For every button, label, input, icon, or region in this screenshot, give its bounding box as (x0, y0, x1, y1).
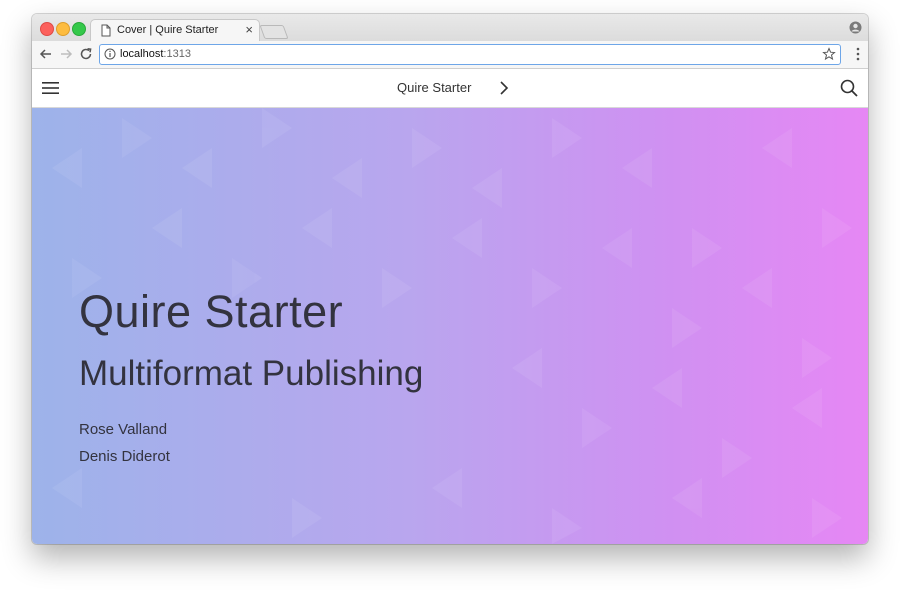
forward-arrow-icon[interactable] (58, 46, 74, 62)
close-icon[interactable]: × (245, 22, 253, 37)
more-vert-icon[interactable] (856, 47, 860, 61)
window-minimize-button[interactable] (56, 22, 70, 36)
star-icon[interactable] (822, 47, 836, 61)
site-header: Quire Starter (32, 69, 868, 108)
browser-window: Cover | Quire Starter × localhost:1313 Q… (32, 14, 868, 544)
tab-title: Cover | Quire Starter (117, 24, 219, 36)
url-text[interactable]: localhost:1313 (120, 48, 191, 60)
tab-strip: Cover | Quire Starter × (32, 14, 868, 42)
cover-hero: Quire Starter Multiformat Publishing Ros… (32, 108, 868, 544)
page-icon (101, 24, 111, 37)
reload-icon[interactable] (78, 46, 94, 62)
search-icon[interactable] (840, 79, 858, 97)
back-arrow-icon[interactable] (38, 46, 54, 62)
chevron-right-icon[interactable] (498, 80, 510, 96)
profile-icon[interactable] (849, 21, 862, 34)
address-toolbar: localhost:1313 (32, 41, 868, 69)
tab-cover[interactable]: Cover | Quire Starter × (90, 19, 260, 42)
hamburger-icon[interactable] (42, 81, 59, 95)
cover-subtitle: Multiformat Publishing (79, 354, 424, 393)
new-tab-button[interactable] (259, 25, 289, 39)
cover-title: Quire Starter (79, 286, 344, 337)
url-host: localhost (120, 48, 164, 60)
info-icon[interactable] (104, 48, 116, 60)
window-maximize-button[interactable] (72, 22, 86, 36)
address-bar[interactable]: localhost:1313 (99, 44, 841, 65)
author-name: Rose Valland (79, 421, 168, 438)
window-close-button[interactable] (40, 22, 54, 36)
author-name: Denis Diderot (79, 448, 170, 465)
site-title[interactable]: Quire Starter (397, 80, 471, 95)
url-port: :1313 (163, 48, 191, 60)
